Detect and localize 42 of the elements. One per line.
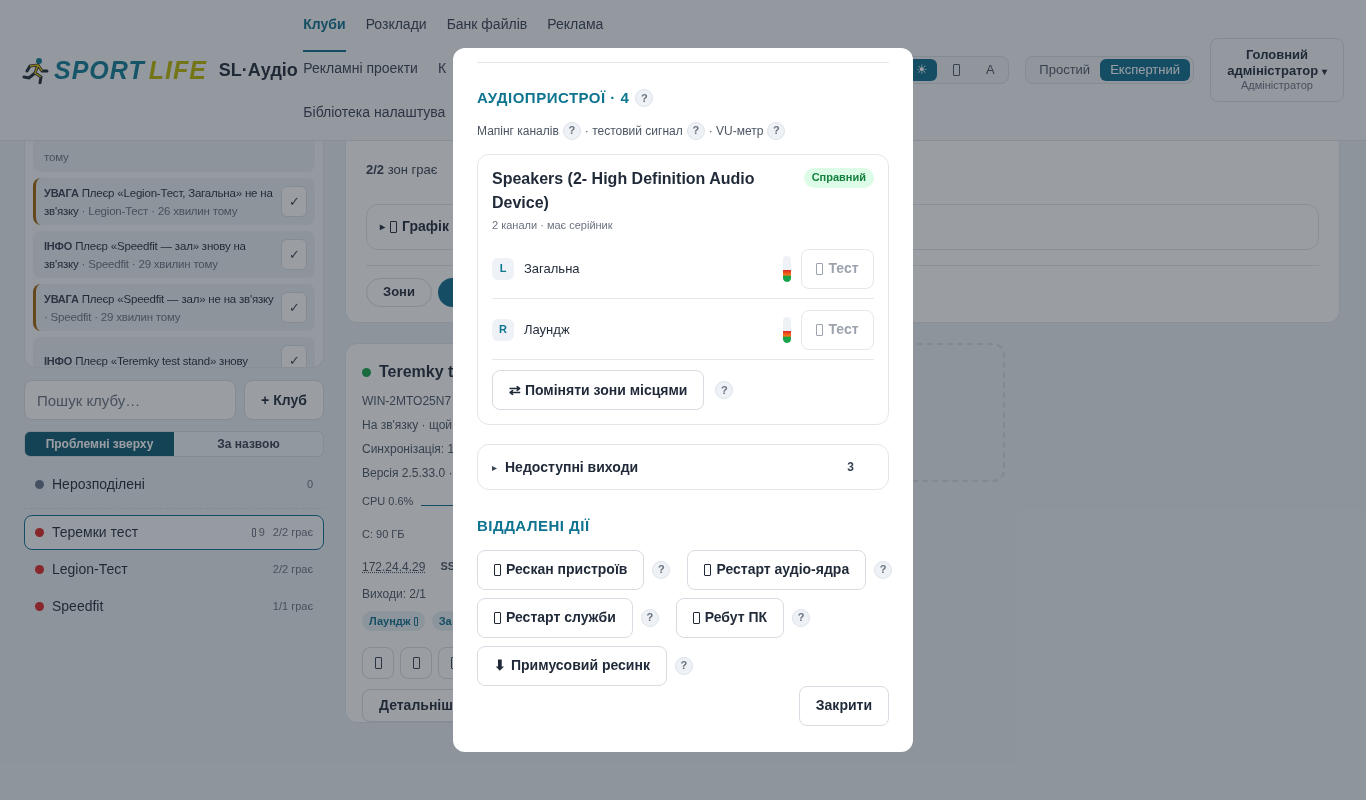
connection-status: На зв'язку · щой [362,417,452,433]
channel-label: R [492,318,514,341]
alert-text: ІНФО Плеєр «Speedfit — зал» знову на зв'язку · Speedfit · 29 хвилин тому [44,238,247,272]
club-status: 2/2 грає [272,525,313,541]
device-details: 2 канали · має серійник [492,217,614,233]
zone-chip: Лаундж [362,611,425,631]
feature-label: · VU-метр [708,122,764,140]
disk-text: C: 90 ГБ [362,526,405,542]
feature-label: Мапінг каналів [477,122,559,140]
section-title: АУДІОПРИСТРОЇ · 4 [477,88,630,108]
club-name: Нерозподілені [52,475,146,494]
club-name: Legion-Тест [52,560,129,579]
alert-text: УВАГА Плеєр «Legion-Тест, Загальна» не на зв'язку · Legion-Тест · 26 хвилин тому [44,185,274,219]
zones-playing-text: 2/2 зон грає [366,161,438,179]
cpu-text: CPU 0.6% [362,494,414,509]
club-name: Speedfit [52,597,105,616]
outputs-text: Виходи: 2/1 [362,586,427,603]
version-text: Версія 2.5.33.0 · [362,465,453,481]
app-title: SL·Аудіо [218,58,298,82]
club-status: 1/1 грає [272,599,313,615]
player-name: Teremky t [379,362,454,382]
zone-name: Загальна [524,259,581,278]
alert-text: УВАГА Плеєр «Speedfit — зал» не на зв'язку · Speedfit · 29 хвилин тому [44,291,275,325]
channel-label: L [492,257,514,280]
alert-count: 9 [251,524,265,541]
club-name: Теремки тест [52,523,140,542]
club-status: 2/2 грає [272,562,313,578]
user-role: Адміністратор [1241,79,1313,94]
zone-name: Лаундж [524,320,571,339]
user-name: Головний адміністратор [1227,46,1319,79]
alert-text: тому [44,149,70,165]
ip-address: 172.24.4.29 [362,559,426,576]
download-icon: ⬇ [494,655,506,676]
player-host: WIN-2MTO25N7 [362,393,452,409]
club-count: 0 [306,477,313,493]
device-name: Speakers (2- High Definition Audio Device) [492,168,756,213]
feature-label: · тестовий сигнал [584,122,683,140]
section-title: ВІДДАЛЕНІ ДІЇ [477,516,591,536]
logo: SPORT LIFE [22,56,207,84]
caret-icon: ▾ [1321,66,1327,78]
status-badge: Справний [803,167,874,188]
alert-text: ІНФО Плеєр «Teremky test stand» знову [44,353,249,367]
